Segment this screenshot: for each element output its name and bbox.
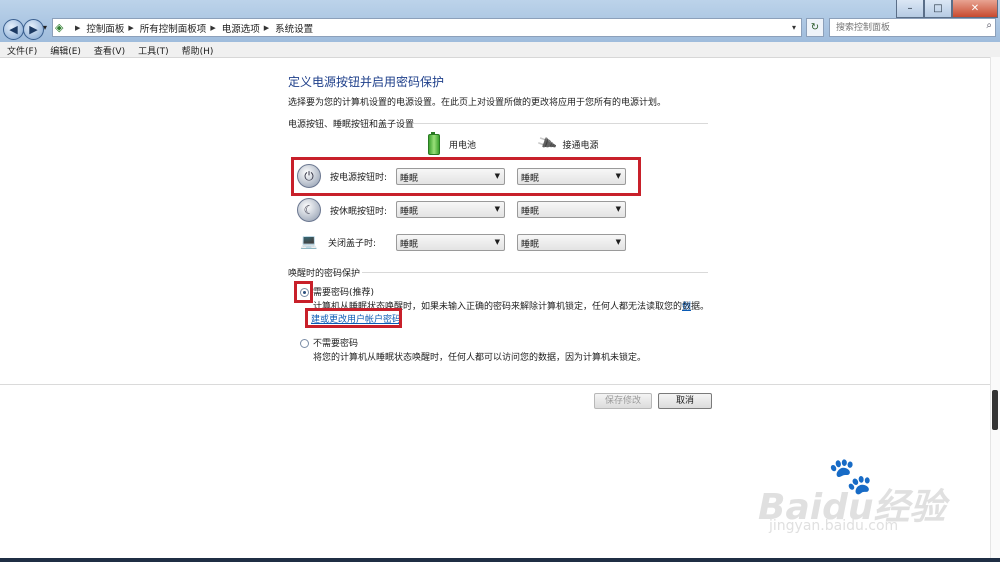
cancel-button[interactable]: 取消 [658, 393, 712, 409]
forward-button[interactable]: ▶ [23, 19, 44, 40]
breadcrumb-label: 所有控制面板项 [139, 23, 207, 35]
highlight-box-power-button [291, 157, 641, 196]
breadcrumb-control-panel[interactable]: 控制面板 ▶ [86, 21, 139, 35]
section-divider [413, 123, 708, 124]
forward-arrow-icon: ▶ [29, 23, 38, 36]
battery-column-label: 用电池 [449, 141, 477, 151]
no-password-description: 将您的计算机从睡眠状态唤醒时，任何人都可以访问您的数据，因为计算机未锁定。 [313, 353, 647, 363]
taskbar [0, 558, 1000, 562]
control-panel-icon: ◈ [55, 21, 64, 34]
plugged-column-header: 🔌 接通电源 [535, 133, 599, 155]
page-description: 选择要为您的计算机设置的电源设置。在此页上对设置所做的更改将应用于您所有的电源计… [288, 98, 667, 108]
password-section-header: 唤醒时的密码保护 [288, 269, 361, 279]
back-arrow-icon: ◀ [9, 23, 18, 36]
highlight-box-link [305, 308, 402, 328]
search-icon[interactable]: ⌕ [986, 20, 992, 31]
watermark-url: jingyan.baidu.com [769, 518, 899, 534]
dropdown-arrow-icon: ▼ [615, 205, 621, 213]
dropdown-arrow-icon: ▼ [615, 238, 621, 246]
refresh-button[interactable]: ↻ [806, 18, 824, 37]
refresh-icon: ↻ [810, 22, 820, 33]
buttons-section-header: 电源按钮、睡眠按钮和盖子设置 [288, 120, 415, 130]
sleep-button-label: 按休眠按钮时: [330, 206, 388, 217]
save-changes-button[interactable]: 保存修改 [594, 393, 652, 409]
dropdown-arrow-icon: ▼ [494, 238, 500, 246]
power-plug-icon: 🔌 [535, 133, 559, 155]
vertical-scrollbar[interactable] [990, 57, 1000, 560]
sleep-button-row: ☾ 按休眠按钮时: [297, 197, 396, 223]
maximize-button[interactable]: □ [924, 0, 952, 18]
menu-edit[interactable]: 编辑(E) [43, 42, 87, 57]
sleep-moon-icon: ☾ [297, 198, 321, 222]
breadcrumb-system-settings[interactable]: 系统设置 [275, 21, 313, 35]
minimize-button[interactable]: – [896, 0, 924, 18]
search-box[interactable]: ⌕ [829, 18, 996, 37]
breadcrumb-all-items[interactable]: 所有控制面板项 ▶ [140, 21, 222, 35]
address-dropdown-icon[interactable]: ▾ [787, 23, 801, 32]
lid-close-battery-select[interactable]: 睡眠 ▼ [396, 234, 505, 251]
select-value: 睡眠 [521, 240, 540, 250]
breadcrumb-sep-root[interactable]: ▶ [71, 24, 86, 32]
lid-close-plugged-select[interactable]: 睡眠 ▼ [517, 234, 626, 251]
breadcrumb-power-options[interactable]: 电源选项 ▶ [222, 21, 275, 35]
create-password-link-start[interactable]: 创 [682, 299, 691, 312]
scrollbar-thumb[interactable] [992, 390, 998, 430]
no-password-radio[interactable] [300, 339, 309, 348]
lid-close-row: 💻 关闭盖子时: [297, 229, 394, 255]
require-password-label[interactable]: 需要密码(推荐) [313, 285, 374, 298]
breadcrumb-label: 系统设置 [275, 23, 314, 35]
no-password-label[interactable]: 不需要密码 [313, 336, 358, 349]
dropdown-arrow-icon: ▼ [494, 205, 500, 213]
lid-close-label: 关闭盖子时: [328, 238, 377, 249]
page-title: 定义电源按钮并启用密码保护 [288, 75, 445, 89]
highlight-box-radio [294, 281, 313, 303]
footer-divider [0, 384, 990, 385]
search-input[interactable] [830, 19, 971, 36]
chevron-right-icon: ▶ [128, 23, 134, 32]
breadcrumb-label: 控制面板 [86, 23, 125, 35]
chevron-right-icon: ▶ [263, 23, 270, 32]
menu-bar: 文件(F) 编辑(E) 查看(V) 工具(T) 帮助(H) [0, 42, 1000, 58]
laptop-lid-icon: 💻 [300, 234, 318, 250]
section-divider [362, 272, 708, 273]
history-dropdown-icon[interactable]: ▾ [43, 23, 47, 32]
sleep-button-battery-select[interactable]: 睡眠 ▼ [396, 201, 505, 218]
close-button[interactable]: ✕ [952, 0, 998, 18]
select-value: 睡眠 [400, 207, 419, 217]
back-button[interactable]: ◀ [3, 19, 24, 40]
window-controls: – □ ✕ [896, 0, 998, 18]
menu-help[interactable]: 帮助(H) [175, 42, 220, 57]
battery-column-header: 用电池 [428, 132, 477, 155]
plugged-column-label: 接通电源 [562, 140, 599, 151]
sleep-button-plugged-select[interactable]: 睡眠 ▼ [517, 201, 626, 218]
breadcrumb-label: 电源选项 [221, 23, 260, 35]
select-value: 睡眠 [521, 207, 540, 217]
select-value: 睡眠 [400, 240, 419, 250]
battery-icon [428, 132, 440, 155]
chevron-right-icon: ▶ [75, 23, 81, 32]
chevron-right-icon: ▶ [210, 23, 216, 32]
address-bar[interactable]: ◈ ▶ 控制面板 ▶ 所有控制面板项 ▶ 电源选项 ▶ 系统设置 ▾ [52, 18, 802, 37]
menu-file[interactable]: 文件(F) [0, 42, 43, 57]
menu-tools[interactable]: 工具(T) [131, 42, 175, 57]
menu-view[interactable]: 查看(V) [87, 42, 131, 57]
